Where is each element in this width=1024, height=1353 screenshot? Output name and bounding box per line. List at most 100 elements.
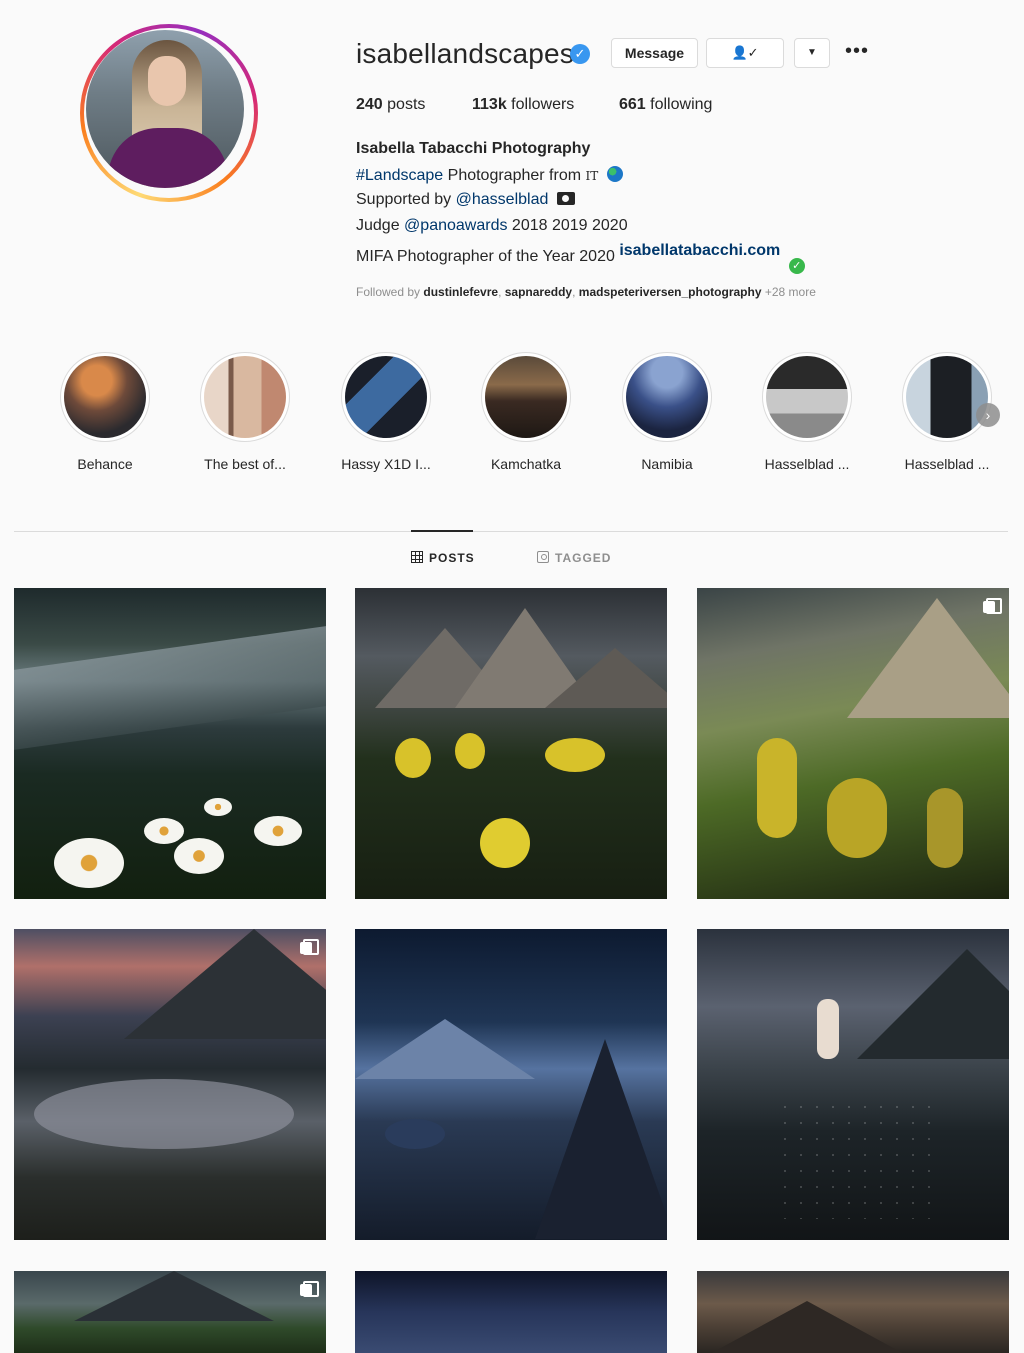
post-thumbnail[interactable]	[697, 588, 1009, 899]
multiple-posts-icon	[300, 939, 319, 955]
hasselblad-mention-link[interactable]: @hasselblad	[456, 191, 549, 208]
highlight-cover	[64, 356, 146, 438]
following-button[interactable]: 👤✓	[706, 38, 784, 68]
stat-followers[interactable]: 113k followers	[472, 96, 574, 114]
post-thumbnail[interactable]	[355, 1271, 667, 1353]
highlight-cover	[485, 356, 567, 438]
tagged-icon	[537, 551, 549, 563]
posts-count: 240	[356, 96, 383, 113]
profile-avatar[interactable]	[80, 24, 258, 202]
daisy-flower	[174, 838, 224, 874]
highlight-hassy-x1d[interactable]: Hassy X1D I...	[336, 352, 436, 472]
check-circle-icon: ✓	[788, 258, 805, 274]
bio-line-2: Supported by @hasselblad	[356, 191, 575, 209]
followed-by[interactable]: Followed by dustinlefevre, sapnareddy, m…	[356, 285, 816, 299]
highlight-kamchatka[interactable]: Kamchatka	[476, 352, 576, 472]
stat-following[interactable]: 661 following	[619, 96, 712, 114]
hashtag-link[interactable]: #Landscape	[356, 167, 443, 184]
mountain-peak	[355, 1019, 535, 1079]
bio-line-1-text: Photographer from	[447, 167, 582, 184]
message-button[interactable]: Message	[611, 38, 698, 68]
suggested-dropdown-button[interactable]: ▼	[794, 38, 830, 68]
panoawards-mention-link[interactable]: @panoawards	[404, 217, 507, 234]
multiple-posts-icon	[983, 598, 1002, 614]
daisy-flower	[54, 838, 124, 888]
cotton-grass	[777, 1099, 937, 1219]
following-count: 661	[619, 96, 646, 113]
website-link[interactable]: isabellatabacchi.com	[619, 242, 780, 259]
tab-tagged-label: TAGGED	[555, 551, 612, 565]
mountain-lake	[385, 1119, 445, 1149]
post-thumbnail[interactable]	[14, 588, 326, 899]
country-code: IT	[585, 169, 599, 183]
highlight-label: Behance	[77, 456, 133, 472]
tab-tagged[interactable]: TAGGED	[537, 551, 611, 565]
bio-line-1: #Landscape Photographer from IT	[356, 166, 623, 185]
follower-user-3: madspeteriversen_photography	[578, 285, 762, 299]
highlight-ring	[481, 352, 571, 442]
highlight-cover	[906, 356, 988, 438]
tab-posts[interactable]: POSTS	[411, 551, 475, 565]
highlight-namibia[interactable]: Namibia	[617, 352, 717, 472]
chevron-right-icon[interactable]: ›	[976, 403, 1000, 427]
post-thumbnail[interactable]	[355, 929, 667, 1240]
tabs-divider	[14, 531, 1008, 532]
tab-posts-label: POSTS	[429, 551, 475, 565]
yellow-flower	[395, 738, 431, 778]
yellow-flower	[927, 788, 963, 868]
bio-line-2-prefix: Supported by	[356, 191, 452, 208]
stream-water	[34, 1079, 294, 1149]
bio-line-4-text: MIFA Photographer of the Year 2020	[356, 248, 615, 265]
person-figure	[817, 999, 839, 1059]
highlight-ring	[762, 352, 852, 442]
mountain-peak	[74, 1271, 274, 1321]
camera-icon	[556, 192, 575, 205]
avatar-photo	[86, 30, 244, 188]
highlight-label: Hasselblad ...	[764, 456, 850, 472]
highlight-hasselblad-1[interactable]: Hasselblad ...	[757, 352, 857, 472]
stat-posts: 240 posts	[356, 96, 425, 114]
highlight-cover	[204, 356, 286, 438]
yellow-flower	[545, 738, 605, 772]
bio-line-3-years: 2018 2019 2020	[511, 217, 628, 234]
mountain-peak	[847, 598, 1009, 718]
highlight-label: Hassy X1D I...	[341, 456, 431, 472]
highlight-label: Hasselblad ...	[904, 456, 990, 472]
yellow-flower	[480, 818, 530, 868]
post-thumbnail[interactable]	[14, 1271, 326, 1353]
highlight-ring	[200, 352, 290, 442]
highlight-ring	[902, 352, 992, 442]
avatar-coat	[108, 128, 228, 188]
grid-icon	[411, 551, 423, 563]
caret-down-icon: ▼	[807, 47, 817, 58]
mountain-peak	[535, 1039, 667, 1239]
mountain-peak	[545, 648, 667, 708]
highlight-behance[interactable]: Behance	[55, 352, 155, 472]
highlight-cover	[345, 356, 427, 438]
highlight-ring	[60, 352, 150, 442]
more-options-icon[interactable]: •••	[842, 40, 872, 66]
avatar-face	[148, 56, 186, 106]
yellow-flower	[455, 733, 485, 769]
followers-count: 113k	[472, 96, 507, 113]
bio-line-4: MIFA Photographer of the Year 2020 isabe…	[356, 242, 805, 274]
bio-line-3: Judge @panoawards 2018 2019 2020	[356, 217, 628, 235]
highlight-label: Kamchatka	[490, 456, 562, 472]
post-thumbnail[interactable]	[697, 929, 1009, 1240]
post-thumbnail[interactable]	[697, 1271, 1009, 1353]
yellow-flower	[827, 778, 887, 858]
daisy-flower	[204, 798, 232, 816]
profile-username: isabellandscapes	[356, 38, 575, 69]
lake-reflection	[14, 626, 326, 750]
post-thumbnail[interactable]	[14, 929, 326, 1240]
daisy-flower	[144, 818, 184, 844]
follower-user-2: sapnareddy	[504, 285, 573, 299]
globe-icon	[606, 166, 623, 182]
multiple-posts-icon	[300, 1281, 319, 1297]
followed-by-more: +28 more	[764, 285, 816, 299]
highlight-ring	[622, 352, 712, 442]
post-thumbnail[interactable]	[355, 588, 667, 899]
highlight-the-best-of[interactable]: The best of...	[195, 352, 295, 472]
followers-label: followers	[511, 96, 575, 113]
person-check-icon: 👤✓	[731, 45, 759, 60]
